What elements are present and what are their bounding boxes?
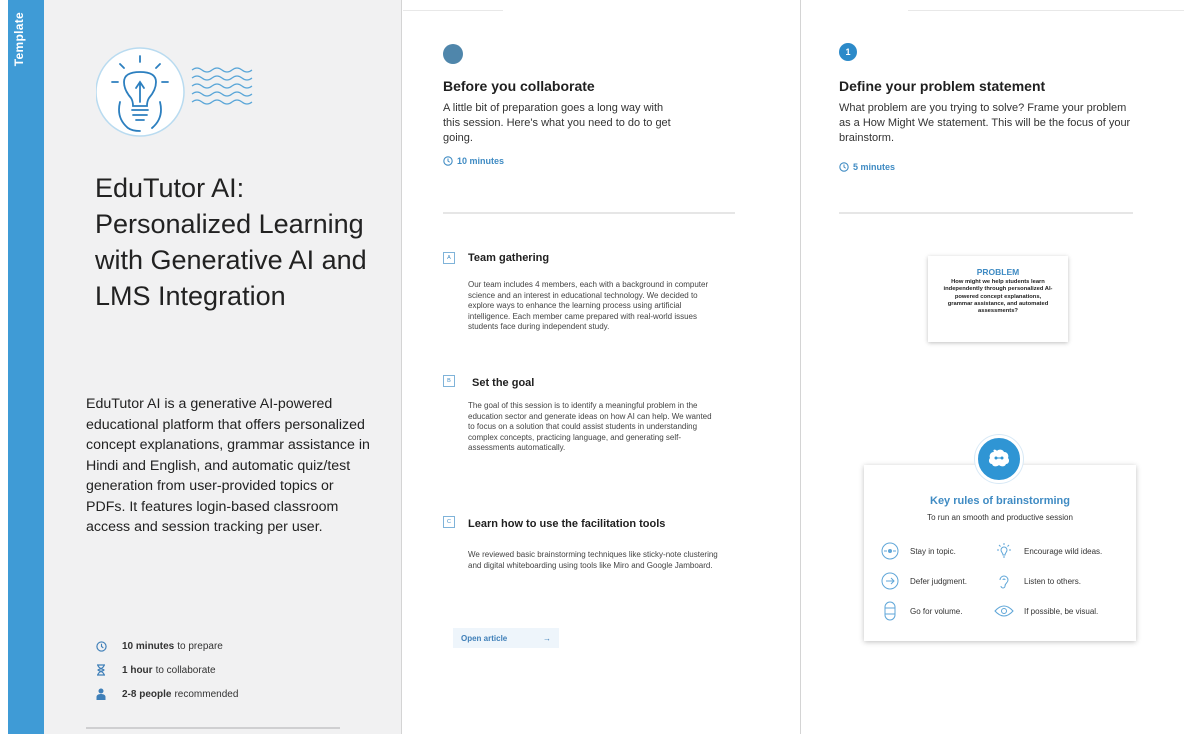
- divider: [443, 212, 735, 214]
- section-body: What problem are you trying to solve? Fr…: [839, 102, 1131, 144]
- person-icon: [94, 687, 108, 701]
- meta-text: to collaborate: [155, 664, 216, 676]
- template-tab[interactable]: Template: [8, 0, 44, 734]
- brainstorm-rules-card: Key rules of brainstorming To run an smo…: [864, 465, 1136, 641]
- lightbulb-idea-icon: [96, 47, 253, 137]
- step-body: Our team includes 4 members, each with a…: [468, 280, 709, 331]
- open-article-label: Open article: [461, 633, 508, 643]
- defer-judgment-icon: [880, 571, 900, 591]
- rule-label: Defer judgment.: [910, 576, 967, 586]
- timer: 10 minutes: [443, 156, 504, 166]
- clock-icon: [839, 162, 849, 172]
- define-problem-panel: 1 Define your problem statement What pro…: [802, 0, 1184, 734]
- problem-sticky-note[interactable]: PROBLEM How might we help students learn…: [928, 256, 1068, 342]
- timer: 5 minutes: [839, 162, 895, 172]
- step-b-marker: B: [443, 375, 455, 387]
- problem-heading: PROBLEM: [976, 267, 1020, 277]
- step-body: The goal of this session is to identify …: [468, 401, 712, 452]
- stack-icon: [880, 601, 900, 621]
- timer-label: 5 minutes: [853, 162, 896, 172]
- meta-bold: 2-8 people: [122, 688, 172, 700]
- meta-bold: 1 hour: [122, 664, 153, 676]
- clock-icon: [94, 639, 108, 653]
- stay-on-topic-icon: [880, 541, 900, 561]
- brain-idea-badge-icon: [975, 435, 1023, 483]
- meta-collaborate: 1 hour to collaborate: [94, 658, 374, 682]
- rule-item: Stay in topic.: [880, 541, 956, 561]
- section-marker-icon: [443, 44, 463, 64]
- rule-item: Encourage wild ideas.: [994, 541, 1102, 561]
- session-meta-list: 10 minutes to prepare 1 hour to collabor…: [94, 634, 374, 706]
- meta-text: recommended: [174, 688, 239, 700]
- step-title: Set the goal: [472, 377, 535, 389]
- divider: [403, 10, 503, 11]
- template-page: Template EduTutor AI: Personalized Learn…: [0, 0, 1184, 734]
- rules-title: Key rules of brainstorming: [930, 495, 1070, 507]
- divider: [86, 727, 340, 729]
- overview-panel: EduTutor AI: Personalized Learning with …: [44, 0, 402, 734]
- project-description: EduTutor AI is a generative AI-powered e…: [86, 396, 370, 535]
- open-article-button[interactable]: Open article →: [453, 628, 559, 648]
- rule-item: Listen to others.: [994, 571, 1081, 591]
- step-title: Learn how to use the facilitation tools: [468, 518, 666, 530]
- page-title: EduTutor AI: Personalized Learning with …: [95, 173, 367, 311]
- step-body: We reviewed basic brainstorming techniqu…: [468, 550, 718, 570]
- meta-text: to prepare: [177, 640, 223, 652]
- section-title: Define your problem statement: [839, 78, 1046, 94]
- section-title: Before you collaborate: [443, 78, 595, 94]
- eye-icon: [994, 601, 1014, 621]
- rules-subtitle: To run an smooth and productive session: [927, 513, 1073, 522]
- meta-people: 2-8 people recommended: [94, 682, 374, 706]
- step-title: Team gathering: [468, 252, 550, 264]
- divider: [839, 212, 1133, 214]
- timer-label: 10 minutes: [457, 156, 505, 166]
- rule-label: Go for volume.: [910, 606, 963, 616]
- hourglass-icon: [94, 663, 108, 677]
- ear-icon: [994, 571, 1014, 591]
- rule-label: If possible, be visual.: [1024, 606, 1099, 616]
- rule-item: Go for volume.: [880, 601, 962, 621]
- step-c-marker: C: [443, 516, 455, 528]
- template-tab-label: Template: [12, 12, 26, 67]
- problem-statement: How might we help students learn indepen…: [943, 279, 1053, 315]
- arrow-right-icon: →: [543, 633, 551, 643]
- rule-label: Listen to others.: [1024, 576, 1081, 586]
- before-you-collaborate-panel: Before you collaborate A little bit of p…: [403, 0, 801, 734]
- section-body: A little bit of preparation goes a long …: [443, 102, 671, 144]
- step-a-marker: A: [443, 252, 455, 264]
- rule-label: Encourage wild ideas.: [1024, 546, 1103, 556]
- rule-label: Stay in topic.: [910, 546, 956, 556]
- clock-icon: [443, 156, 453, 166]
- lightbulb-icon: [994, 541, 1014, 561]
- step-number-badge: 1: [839, 43, 857, 61]
- divider: [908, 10, 1184, 11]
- rule-item: Defer judgment.: [880, 571, 967, 591]
- meta-prepare: 10 minutes to prepare: [94, 634, 374, 658]
- rule-item: If possible, be visual.: [994, 601, 1098, 621]
- meta-bold: 10 minutes: [122, 640, 175, 652]
